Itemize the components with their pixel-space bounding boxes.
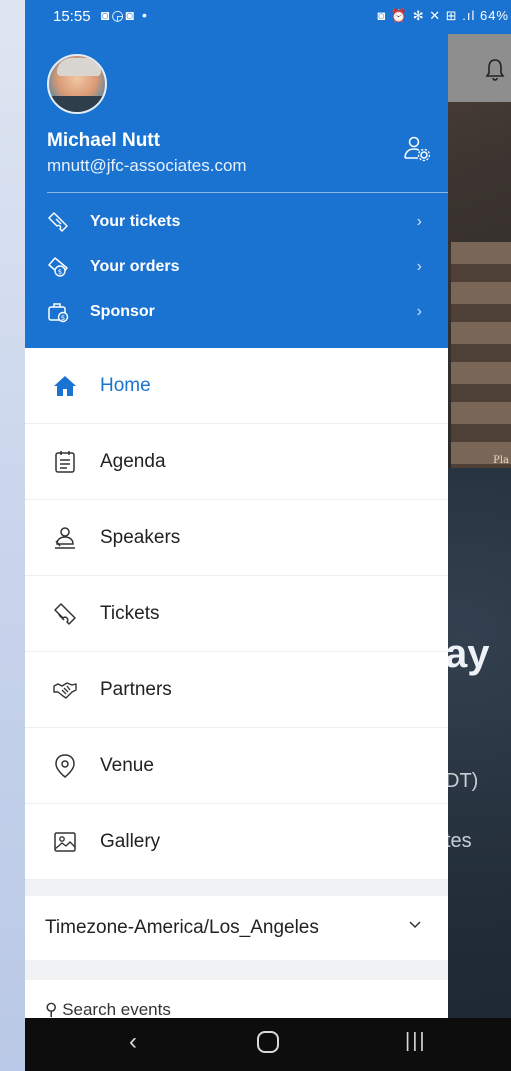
- account-item-label: Your orders: [90, 258, 180, 275]
- system-status-icons: ◙ ⏰ ✻ ✕ ⊞ .ıl: [377, 8, 476, 23]
- phone-screen: Pla ay DT) tes 15:55 ◙◶◙ • ◙ ⏰ ✻ ✕ ⊞ .ıl…: [25, 0, 511, 1071]
- chevron-right-icon: ›: [416, 213, 422, 230]
- nav-item-label: Agenda: [100, 450, 166, 472]
- avatar-shirt: [49, 96, 105, 112]
- search-events-label: ⚲ Search events: [45, 1000, 171, 1018]
- nav-item-label: Speakers: [100, 526, 181, 548]
- search-events-field[interactable]: ⚲ Search events: [25, 980, 448, 1018]
- gallery-icon: [53, 830, 77, 854]
- system-icons: ◙ ⏰ ✻ ✕ ⊞ .ıl 64%: [377, 8, 509, 24]
- recents-icon[interactable]: |||: [405, 1030, 427, 1053]
- home-icon: [53, 374, 77, 398]
- hero-sign-text: Pla: [493, 455, 509, 466]
- handshake-icon: [53, 678, 77, 702]
- account-item-sponsor[interactable]: $ Sponsor ›: [25, 290, 448, 334]
- status-bar: 15:55 ◙◶◙ • ◙ ⏰ ✻ ✕ ⊞ .ıl 64%: [25, 0, 511, 34]
- account-item-label: Sponsor: [90, 303, 155, 320]
- user-name: Michael Nutt: [47, 130, 160, 151]
- notification-icons: ◙◶◙ •: [101, 7, 149, 23]
- ticket-icon: [47, 211, 69, 233]
- location-icon: [53, 753, 77, 778]
- chevron-down-icon: [408, 918, 422, 932]
- svg-text:$: $: [61, 314, 65, 322]
- nav-item-label: Gallery: [100, 830, 161, 852]
- svg-text:$: $: [58, 268, 62, 276]
- system-navigation-bar: ‹ |||: [25, 1018, 511, 1071]
- account-item-label: Your tickets: [90, 213, 181, 230]
- account-item-your-orders[interactable]: $ Your orders ›: [25, 245, 448, 289]
- header-divider: [47, 192, 448, 193]
- nav-item-tickets[interactable]: Tickets: [25, 576, 448, 652]
- profile-settings-icon[interactable]: [402, 134, 432, 164]
- sponsor-icon: $: [47, 301, 69, 323]
- timezone-fragment: DT): [445, 770, 479, 792]
- chevron-right-icon: ›: [416, 303, 422, 320]
- chevron-right-icon: ›: [416, 258, 422, 275]
- user-email: mnutt@jfc-associates.com: [47, 156, 247, 175]
- speakers-icon: [53, 526, 77, 550]
- nav-item-venue[interactable]: Venue: [25, 728, 448, 804]
- headline-fragment: ay: [445, 632, 490, 676]
- navigation-drawer: Michael Nutt mnutt@jfc-associates.com Yo…: [25, 34, 448, 1018]
- avatar-hair: [57, 58, 101, 76]
- status-time: 15:55: [53, 8, 91, 25]
- avatar[interactable]: [47, 54, 107, 114]
- nav-item-label: Venue: [100, 754, 154, 776]
- nav-item-agenda[interactable]: Agenda: [25, 424, 448, 500]
- account-item-your-tickets[interactable]: Your tickets ›: [25, 200, 448, 244]
- nav-item-gallery[interactable]: Gallery: [25, 804, 448, 880]
- nav-item-partners[interactable]: Partners: [25, 652, 448, 728]
- notification-bell-icon[interactable]: [485, 58, 505, 82]
- line-fragment: tes: [445, 830, 472, 852]
- agenda-icon: [53, 450, 77, 474]
- back-icon[interactable]: ‹: [129, 1028, 137, 1056]
- hotel-building: [451, 242, 511, 472]
- timezone-select[interactable]: Timezone-America/Los_Angeles: [25, 896, 448, 960]
- battery-level: 64%: [479, 8, 509, 23]
- search-placeholder: Search events: [62, 1000, 171, 1018]
- nav-item-label: Home: [100, 374, 151, 396]
- timezone-value: Timezone-America/Los_Angeles: [45, 917, 319, 938]
- drawer-header: Michael Nutt mnutt@jfc-associates.com Yo…: [25, 34, 448, 348]
- nav-item-speakers[interactable]: Speakers: [25, 500, 448, 576]
- nav-item-label: Tickets: [100, 602, 160, 624]
- nav-item-label: Partners: [100, 678, 172, 700]
- nav-item-home[interactable]: Home: [25, 348, 448, 424]
- orders-icon: $: [47, 256, 69, 278]
- home-button-icon[interactable]: [257, 1031, 279, 1053]
- tickets-icon: [53, 602, 77, 626]
